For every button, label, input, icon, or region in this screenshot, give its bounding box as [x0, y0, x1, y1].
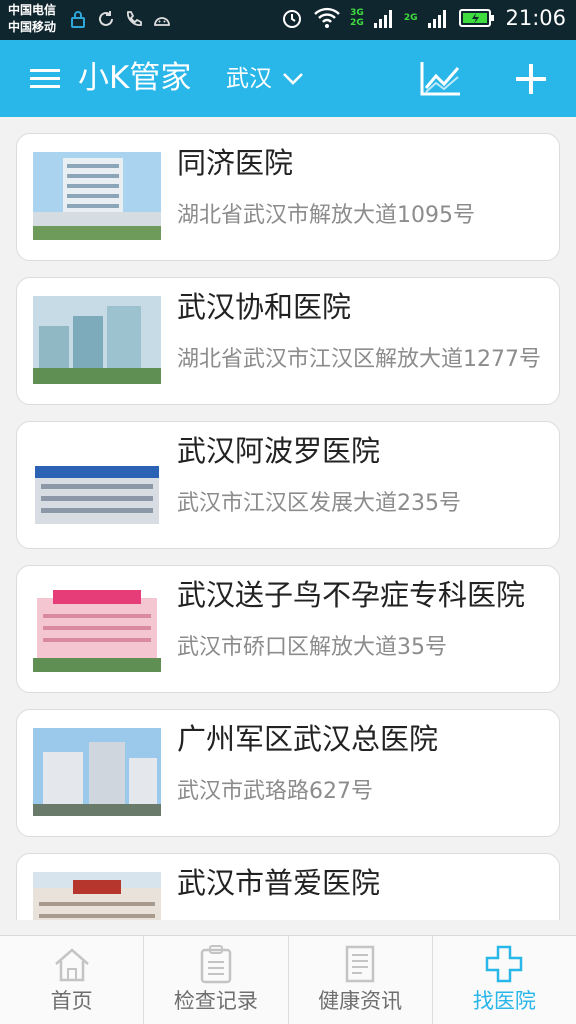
menu-icon[interactable]	[30, 67, 60, 91]
hospital-card[interactable]: 武汉送子鸟不孕症专科医院 武汉市硚口区解放大道35号	[16, 565, 560, 693]
wifi-icon	[314, 7, 341, 28]
android-icon	[154, 17, 170, 26]
tab-label: 检查记录	[173, 989, 258, 1013]
tab-label: 找医院	[472, 989, 536, 1013]
status-bar: 中国电信 中国移动 3G 2G 2G 21:06	[0, 0, 576, 40]
app-title: 小K管家	[78, 60, 192, 96]
hospital-photo	[33, 872, 161, 920]
hospital-list[interactable]: 同济医院 湖北省武汉市解放大道1095号 武汉协和医院 湖北省武汉市江汉区解放大…	[0, 117, 576, 920]
plus-icon[interactable]	[514, 62, 548, 96]
hospital-address: 湖北省武汉市江汉区解放大道1277号	[177, 347, 541, 372]
tab-label: 首页	[50, 989, 93, 1013]
hospital-name: 武汉市普爱医院	[177, 866, 381, 900]
network-2g-label: 2G	[350, 18, 364, 28]
hospital-name: 武汉送子鸟不孕症专科医院	[177, 578, 526, 612]
hospital-card[interactable]: 武汉市普爱医院	[16, 853, 560, 920]
hospital-cross-icon	[486, 945, 523, 983]
hospital-photo	[33, 584, 161, 672]
sync-icon	[99, 11, 113, 26]
alarm-icon	[283, 10, 302, 28]
hospital-name: 同济医院	[177, 146, 294, 180]
bottom-tab-bar: 首页 检查记录 健康资讯 找医院	[0, 935, 576, 1024]
city-label: 武汉	[226, 66, 272, 92]
city-selector[interactable]: 武汉	[226, 62, 304, 96]
phone-icon	[127, 11, 142, 26]
tab-health-news[interactable]: 健康资讯	[287, 936, 432, 1024]
clipboard-icon	[200, 945, 232, 984]
hospital-photo	[33, 728, 161, 816]
hospital-address: 湖北省武汉市解放大道1095号	[177, 203, 475, 228]
signal-icon-2	[428, 10, 447, 28]
tab-records[interactable]: 检查记录	[143, 936, 287, 1024]
carrier-1: 中国电信	[8, 3, 57, 17]
tab-home[interactable]: 首页	[0, 936, 143, 1024]
app-bar: 小K管家 武汉	[0, 40, 576, 117]
carrier-info: 中国电信 中国移动	[8, 2, 56, 36]
hospital-address: 武汉市硚口区解放大道35号	[177, 635, 447, 660]
signal-icon	[373, 10, 392, 28]
hospital-name: 武汉阿波罗医院	[177, 434, 381, 468]
tab-find-hospital[interactable]: 找医院	[431, 936, 576, 1024]
hospital-card[interactable]: 武汉阿波罗医院 武汉市江汉区发展大道235号	[16, 421, 560, 549]
network-2g-label-2: 2G	[403, 13, 418, 23]
notification-icons	[68, 9, 172, 29]
system-icons: 3G 2G 2G 21:06	[280, 6, 566, 30]
hospital-photo	[33, 152, 161, 240]
tab-label: 健康资讯	[318, 989, 403, 1013]
battery-icon	[459, 9, 495, 27]
hospital-name: 广州军区武汉总医院	[177, 722, 439, 756]
network-3g-label: 3G	[350, 8, 364, 18]
hospital-photo	[33, 440, 161, 528]
hospital-card[interactable]: 同济医院 湖北省武汉市解放大道1095号	[16, 133, 560, 261]
hospital-address: 武汉市江汉区发展大道235号	[177, 491, 461, 516]
chevron-down-icon	[283, 73, 303, 85]
lock-icon	[71, 11, 85, 28]
home-icon	[54, 948, 89, 982]
trend-chart-icon[interactable]	[420, 60, 462, 96]
hospital-name: 武汉协和医院	[177, 290, 352, 324]
hospital-address: 武汉市武珞路627号	[177, 779, 373, 804]
hospital-card[interactable]: 武汉协和医院 湖北省武汉市江汉区解放大道1277号	[16, 277, 560, 405]
document-icon	[345, 945, 375, 983]
network-type: 3G 2G	[350, 8, 364, 28]
hospital-card[interactable]: 广州军区武汉总医院 武汉市武珞路627号	[16, 709, 560, 837]
clock: 21:06	[505, 6, 566, 30]
carrier-2: 中国移动	[8, 20, 57, 34]
hospital-photo	[33, 296, 161, 384]
